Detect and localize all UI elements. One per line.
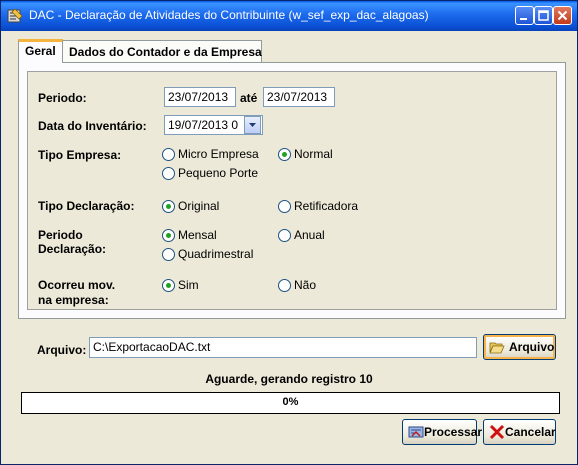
radio-dot (162, 248, 175, 261)
minimize-icon (520, 18, 527, 20)
radio-anual-label: Anual (294, 228, 325, 242)
ocorreu-mov-label-2: na empresa: (38, 293, 109, 307)
radio-dot-selected (278, 148, 291, 161)
tab-panel-geral: Periodo: 23/07/2013 até 23/07/2013 Data … (18, 62, 566, 319)
radio-nao-label: Não (294, 278, 317, 292)
tipo-empresa-label: Tipo Empresa: (38, 148, 122, 162)
cancelar-button[interactable]: Cancelar (483, 419, 556, 445)
radio-dot (278, 279, 291, 292)
inventario-date-value: 19/07/2013 0 (168, 118, 239, 132)
process-icon (408, 426, 424, 438)
dac-app-icon[interactable] (7, 8, 23, 24)
radio-micro-empresa-label: Micro Empresa (178, 147, 259, 161)
cancelar-button-label: Cancelar (505, 425, 556, 439)
maximize-button[interactable] (534, 6, 553, 25)
periodo-declaracao-label-2: Declaração: (38, 242, 107, 256)
maximize-icon (538, 10, 549, 21)
close-button[interactable] (553, 6, 572, 25)
chevron-down-icon (249, 123, 256, 127)
radio-pequeno-porte-label: Pequeno Porte (178, 166, 259, 180)
dac-window: DAC - Declaração de Atividades do Contri… (0, 0, 578, 465)
radio-mensal-label: Mensal (178, 228, 217, 242)
close-icon (557, 10, 568, 21)
periodo-end-input[interactable]: 23/07/2013 (263, 87, 335, 107)
radio-dot (162, 148, 175, 161)
radio-dot (278, 200, 291, 213)
tab-dados-contador-label: Dados do Contador e da Empresa (69, 45, 262, 59)
periodo-label: Periodo: (38, 91, 87, 105)
periodo-start-input[interactable]: 23/07/2013 (164, 87, 236, 107)
radio-dot-selected (162, 200, 175, 213)
red-x-icon (489, 424, 505, 440)
radio-dot-selected (162, 279, 175, 292)
radio-dot (162, 167, 175, 180)
radio-normal-label: Normal (294, 147, 333, 161)
radio-sim-label: Sim (178, 278, 199, 292)
progress-bar: 0% (21, 392, 560, 414)
inventario-dropdown-button[interactable] (244, 116, 261, 134)
arquivo-button[interactable]: Arquivo (483, 334, 556, 360)
folder-open-icon (489, 342, 505, 354)
inventario-label: Data do Inventário: (38, 119, 147, 133)
tipo-declaracao-label: Tipo Declaração: (38, 199, 135, 213)
radio-dot-selected (162, 229, 175, 242)
arquivo-button-label: Arquivo (509, 340, 555, 354)
radio-quadrimestral-label: Quadrimestral (178, 247, 254, 261)
title-bar[interactable]: DAC - Declaração de Atividades do Contri… (1, 1, 577, 31)
periodo-ate-label: até (240, 91, 258, 105)
status-message: Aguarde, gerando registro 10 (205, 372, 373, 386)
ocorreu-mov-label-1: Ocorreu mov. (38, 278, 116, 292)
radio-retificadora-label: Retificadora (294, 199, 359, 213)
tab-geral[interactable]: Geral (18, 39, 63, 63)
arquivo-label: Arquivo: (37, 343, 87, 357)
tab-geral-label: Geral (25, 44, 56, 58)
dialog-body: Geral Dados do Contador e da Empresa Per… (4, 31, 574, 461)
periodo-declaracao-label-1: Periodo (38, 228, 83, 242)
minimize-button[interactable] (515, 6, 534, 25)
radio-original-label: Original (178, 199, 220, 213)
radio-dot (278, 229, 291, 242)
window-title: DAC - Declaração de Atividades do Contri… (29, 8, 429, 22)
tab-dados-contador[interactable]: Dados do Contador e da Empresa (62, 40, 262, 62)
processar-button[interactable]: Processar (402, 419, 482, 445)
progress-percent: 0% (282, 396, 299, 408)
arquivo-path-input[interactable]: C:\ExportacaoDAC.txt (89, 337, 477, 358)
processar-button-label: Processar (424, 425, 483, 439)
geral-groupbox: Periodo: 23/07/2013 até 23/07/2013 Data … (27, 71, 557, 310)
